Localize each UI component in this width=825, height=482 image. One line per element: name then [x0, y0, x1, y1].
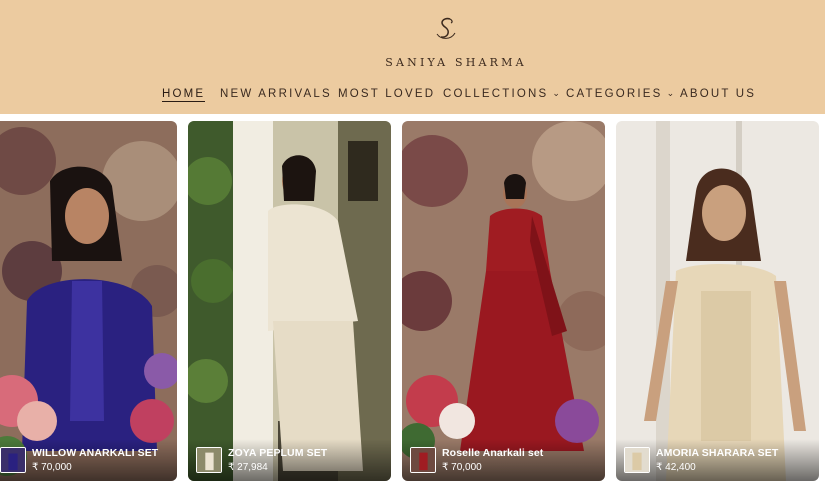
nav-collections[interactable]: COLLECTIONS ⌄: [443, 88, 562, 100]
product-price: ₹ 70,000: [32, 462, 72, 473]
product-image: [0, 121, 177, 481]
nav-categories[interactable]: CATEGORIES ⌄: [566, 88, 676, 100]
swan-s-logo-icon[interactable]: [431, 14, 461, 44]
nav-about-us-label: ABOUT US: [680, 88, 757, 100]
nav-home[interactable]: HOME: [162, 88, 206, 102]
nav-most-loved[interactable]: MOST LOVED: [338, 88, 435, 100]
chevron-down-icon: ⌄: [552, 88, 563, 98]
product-price: ₹ 42,400: [656, 462, 696, 473]
nav-about-us[interactable]: ABOUT US: [680, 88, 756, 100]
nav-categories-label: CATEGORIES: [566, 88, 663, 100]
nav-collections-label: COLLECTIONS: [443, 88, 549, 100]
chevron-down-icon: ⌄: [666, 88, 677, 98]
product-info: AMORIA SHARARA SET ₹ 42,400: [616, 439, 819, 481]
product-card[interactable]: ZOYA PEPLUM SET ₹ 27,984: [188, 121, 391, 481]
product-grid: WILLOW ANARKALI SET ₹ 70,000 ZOYA PEPLUM…: [0, 121, 825, 482]
product-card[interactable]: AMORIA SHARARA SET ₹ 42,400: [616, 121, 819, 481]
product-name[interactable]: ZOYA PEPLUM SET: [228, 447, 327, 459]
product-card[interactable]: WILLOW ANARKALI SET ₹ 70,000: [0, 121, 177, 481]
main-nav: HOME NEW ARRIVALS MOST LOVED COLLECTIONS…: [0, 88, 825, 104]
product-name[interactable]: WILLOW ANARKALI SET: [32, 447, 158, 459]
product-card[interactable]: Roselle Anarkali set ₹ 70,000: [402, 121, 605, 481]
product-name[interactable]: AMORIA SHARARA SET: [656, 447, 778, 459]
nav-most-loved-label: MOST LOVED: [338, 88, 436, 100]
nav-new-arrivals-label: NEW ARRIVALS: [220, 88, 332, 100]
product-info: ZOYA PEPLUM SET ₹ 27,984: [188, 439, 391, 481]
product-image: [616, 121, 819, 481]
product-thumbnail[interactable]: [0, 447, 26, 473]
nav-home-label: HOME: [162, 88, 206, 100]
product-name[interactable]: Roselle Anarkali set: [442, 447, 543, 459]
product-info: WILLOW ANARKALI SET ₹ 70,000: [0, 439, 177, 481]
product-price: ₹ 70,000: [442, 462, 482, 473]
product-image: [402, 121, 605, 481]
product-info: Roselle Anarkali set ₹ 70,000: [402, 439, 605, 481]
product-thumbnail[interactable]: [624, 447, 650, 473]
nav-new-arrivals[interactable]: NEW ARRIVALS: [220, 88, 332, 100]
product-price: ₹ 27,984: [228, 462, 268, 473]
product-thumbnail[interactable]: [196, 447, 222, 473]
brand-name[interactable]: SANIYA SHARMA: [0, 56, 825, 69]
product-thumbnail[interactable]: [410, 447, 436, 473]
site-header: SANIYA SHARMA HOME NEW ARRIVALS MOST LOV…: [0, 0, 825, 114]
product-image: [188, 121, 391, 481]
